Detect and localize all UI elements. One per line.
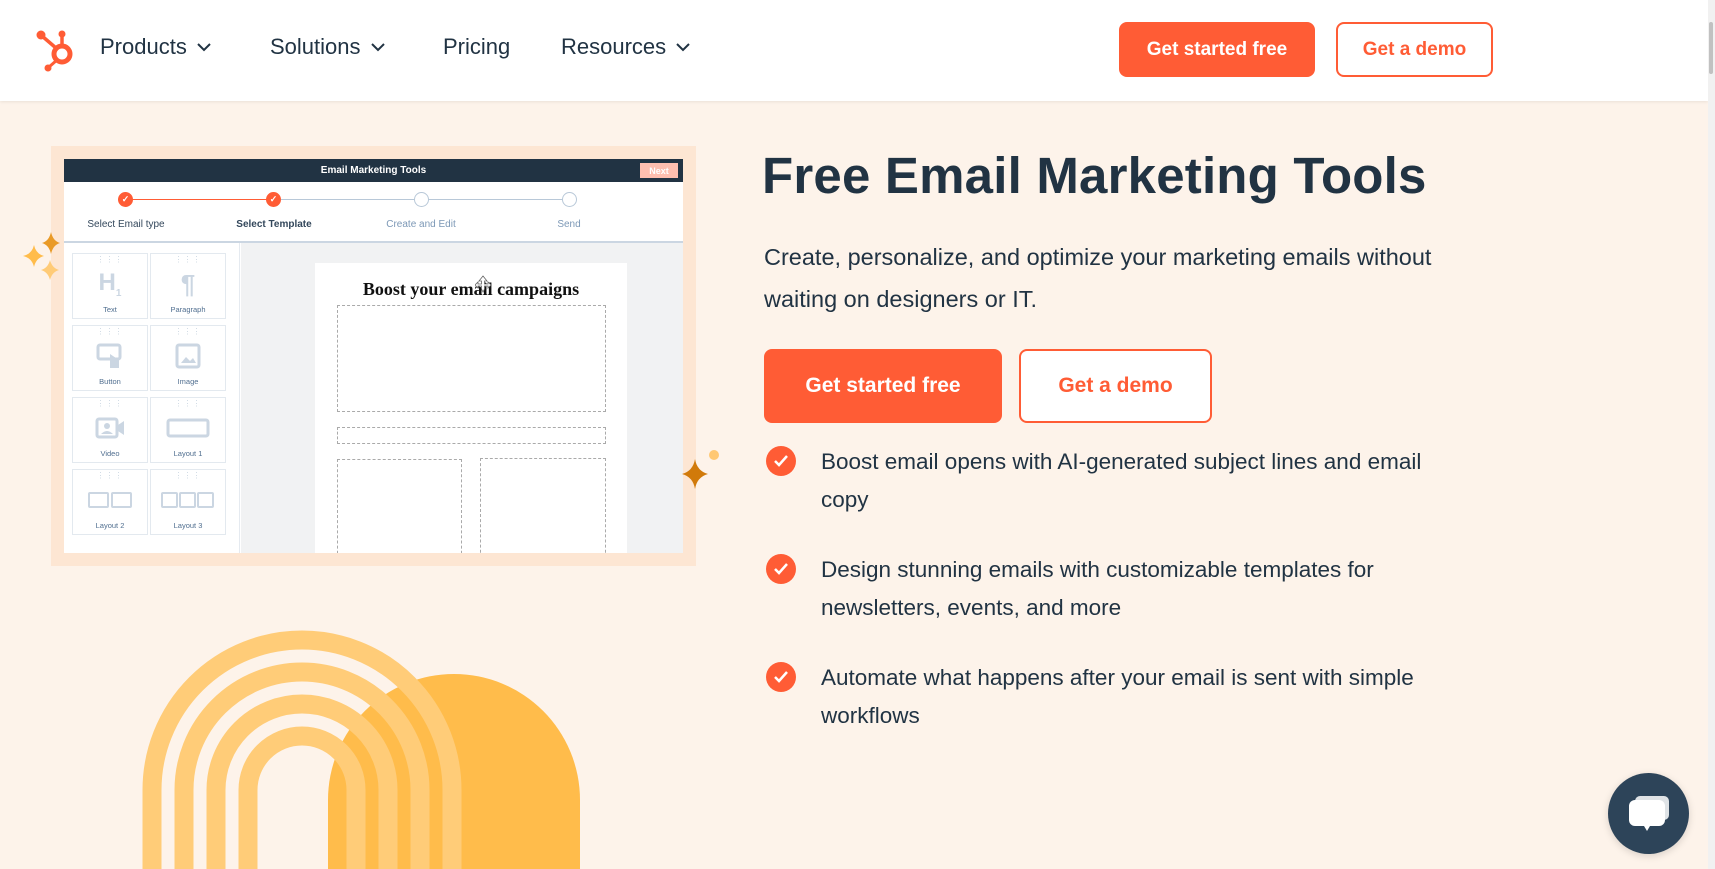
module-label: Video <box>100 449 120 458</box>
feature-text: Design stunning emails with customizable… <box>821 557 1374 620</box>
module-tile-video[interactable]: ⋮⋮⋮ Video <box>72 397 148 463</box>
module-tile-layout-2[interactable]: ⋮⋮⋮ Layout 2 <box>72 469 148 535</box>
video-icon <box>95 417 124 439</box>
module-tile-paragraph[interactable]: ⋮⋮⋮ ¶ Paragraph <box>150 253 226 319</box>
nav-solutions-label: Solutions <box>270 34 361 59</box>
email-heading[interactable]: Boost your email campaigns <box>315 279 627 300</box>
step-connector <box>125 199 274 200</box>
sparkle-icon <box>682 450 719 489</box>
check-circle-icon <box>766 554 796 584</box>
chevron-down-icon <box>197 43 211 52</box>
feature-item: Automate what happens after your email i… <box>766 662 1414 728</box>
stepper: ✓ ✓ Select Email type Select Template Cr… <box>64 182 683 243</box>
heading-icon: H1 <box>98 269 122 299</box>
email-builder-window: Email Marketing Tools Next ✓ ✓ Select Em… <box>64 159 683 553</box>
site-header: Products Solutions Pricing Resources Get… <box>0 0 1708 101</box>
content-block-placeholder[interactable] <box>480 458 606 553</box>
module-tile-button[interactable]: ⋮⋮⋮ Button <box>72 325 148 391</box>
step-label: Select Email type <box>87 219 165 230</box>
paragraph-icon: ¶ <box>180 268 196 299</box>
step-done-check-icon: ✓ <box>266 192 281 207</box>
module-label: Paragraph <box>170 305 206 314</box>
step-label: Select Template <box>236 219 312 230</box>
move-cursor-icon <box>475 275 491 293</box>
sparkle-icon <box>23 232 60 280</box>
feature-item: Design stunning emails with customizable… <box>766 554 1374 620</box>
content-block-placeholder[interactable] <box>337 305 606 412</box>
step-label: Create and Edit <box>386 219 456 230</box>
content-block-placeholder[interactable] <box>337 427 606 444</box>
hero-subtitle: Create, personalize, and optimize your m… <box>764 244 1432 312</box>
nav-products-label: Products <box>100 34 187 59</box>
drag-grip-icon: ⋮⋮⋮ <box>96 399 124 408</box>
chat-bubble-icon <box>1628 795 1669 831</box>
drag-grip-icon: ⋮⋮⋮ <box>174 327 202 336</box>
module-label: Layout 1 <box>173 449 203 458</box>
drag-grip-icon: ⋮⋮⋮ <box>174 255 202 264</box>
feature-text: Boost email opens with AI-generated subj… <box>821 449 1422 512</box>
chevron-down-icon <box>676 43 690 52</box>
nav-resources-label: Resources <box>561 34 667 59</box>
header-get-started-button[interactable]: Get started free <box>1119 22 1315 77</box>
chat-launcher-button[interactable] <box>1608 773 1689 854</box>
step-pending-circle-icon <box>414 192 429 207</box>
nav-products[interactable]: Products <box>100 34 211 60</box>
hero-get-started-button[interactable]: Get started free <box>764 349 1002 423</box>
feature-item: Boost email opens with AI-generated subj… <box>766 446 1421 512</box>
hubspot-logo-icon[interactable] <box>33 26 79 72</box>
image-icon <box>175 343 201 369</box>
step-pending-circle-icon <box>562 192 577 207</box>
nav-pricing[interactable]: Pricing <box>443 34 510 60</box>
drag-grip-icon: ⋮⋮⋮ <box>174 471 202 480</box>
drag-grip-icon: ⋮⋮⋮ <box>174 399 202 408</box>
module-tile-text[interactable]: ⋮⋮⋮ H1 Text <box>72 253 148 319</box>
layout-3-icon <box>161 492 214 508</box>
module-label: Layout 2 <box>95 521 125 530</box>
module-sidebar: ⋮⋮⋮ H1 Text ⋮⋮⋮ ¶ Paragraph ⋮⋮⋮ Button ⋮… <box>64 243 240 553</box>
module-tile-layout-3[interactable]: ⋮⋮⋮ Layout 3 <box>150 469 226 535</box>
decorative-arches-illustration <box>142 630 580 869</box>
hero-get-demo-button[interactable]: Get a demo <box>1019 349 1212 423</box>
window-title: Email Marketing Tools <box>320 165 427 176</box>
header-get-demo-button[interactable]: Get a demo <box>1336 22 1493 77</box>
layout-1-icon <box>166 418 210 438</box>
nav-resources[interactable]: Resources <box>561 34 690 60</box>
layout-2-icon <box>88 492 132 508</box>
module-tile-layout-1[interactable]: ⋮⋮⋮ Layout 1 <box>150 397 226 463</box>
email-preview: Boost your email campaigns <box>315 263 627 553</box>
button-icon <box>96 343 122 368</box>
step-label: Send <box>557 219 581 230</box>
module-label: Layout 3 <box>173 521 203 530</box>
drag-grip-icon: ⋮⋮⋮ <box>96 255 124 264</box>
nav-pricing-label: Pricing <box>443 34 511 59</box>
step-done-check-icon: ✓ <box>118 192 133 207</box>
page-scrollbar[interactable] <box>1708 0 1715 869</box>
content-block-placeholder[interactable] <box>337 459 462 553</box>
scrollbar-thumb[interactable] <box>1709 22 1713 74</box>
module-tile-image[interactable]: ⋮⋮⋮ Image <box>150 325 226 391</box>
feature-text: Automate what happens after your email i… <box>821 665 1414 728</box>
nav-solutions[interactable]: Solutions <box>270 34 385 60</box>
module-label: Image <box>177 377 199 386</box>
window-titlebar: Email Marketing Tools Next <box>64 159 683 182</box>
page-title: Free Email Marketing Tools <box>762 147 1427 204</box>
module-label: Button <box>99 377 121 386</box>
next-button[interactable]: Next <box>640 163 678 178</box>
email-canvas: Boost your email campaigns <box>241 243 683 553</box>
check-circle-icon <box>766 446 796 476</box>
module-label: Text <box>103 305 117 314</box>
check-circle-icon <box>766 662 796 692</box>
drag-grip-icon: ⋮⋮⋮ <box>96 471 124 480</box>
drag-grip-icon: ⋮⋮⋮ <box>96 327 124 336</box>
chevron-down-icon <box>370 43 385 52</box>
